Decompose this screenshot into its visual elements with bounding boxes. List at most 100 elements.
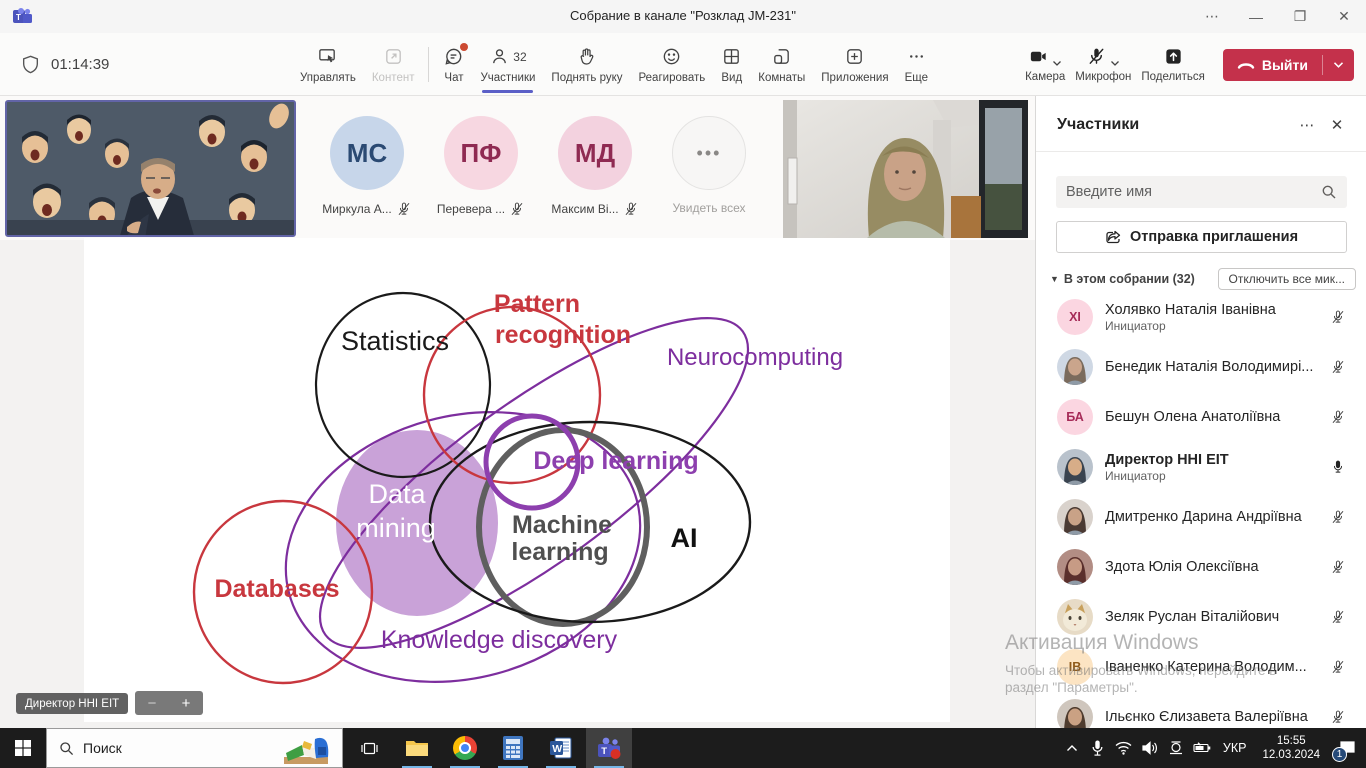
- taskbar-file-explorer[interactable]: [394, 728, 440, 768]
- taskbar-search-box[interactable]: Поиск: [46, 728, 343, 768]
- window-menu-dots[interactable]: ⋯: [1190, 0, 1234, 33]
- stage-avatar-tile[interactable]: МД Максим Ві...: [538, 96, 652, 240]
- window-close-button[interactable]: ✕: [1322, 0, 1366, 33]
- chat-button[interactable]: Чат: [435, 33, 472, 96]
- section-caret-icon[interactable]: ▼: [1050, 274, 1059, 284]
- participants-button[interactable]: 32 Участники: [472, 33, 543, 96]
- participant-mic[interactable]: [1328, 659, 1348, 675]
- participant-mic[interactable]: [1328, 709, 1348, 725]
- tray-hidden-icons-chevron[interactable]: [1059, 728, 1085, 768]
- teams-meeting-window: T Собрание в канале "Розклад JM-231" ⋯ —…: [0, 0, 1366, 768]
- task-view-button[interactable]: [352, 728, 386, 768]
- participant-row[interactable]: Ільєнко Єлизавета Валеріївна: [1036, 692, 1366, 728]
- participant-row[interactable]: ІВ Іваненко Катерина Володим...: [1036, 642, 1366, 692]
- taskbar-word[interactable]: W: [538, 728, 584, 768]
- participant-mic[interactable]: [1328, 509, 1348, 525]
- panel-close-icon[interactable]: ✕: [1322, 116, 1352, 134]
- leave-chevron-icon[interactable]: [1323, 49, 1354, 81]
- mute-all-button[interactable]: Отключить все мик...: [1218, 268, 1356, 290]
- search-icon: [1321, 184, 1337, 200]
- participant-mic[interactable]: [1328, 409, 1348, 425]
- participant-mic[interactable]: [1328, 559, 1348, 575]
- participant-mic[interactable]: [1328, 459, 1348, 475]
- raise-hand-button[interactable]: Поднять руку: [543, 33, 630, 96]
- microphone-chevron-icon[interactable]: [1110, 60, 1120, 67]
- participant-row[interactable]: Здота Юлія Олексіївна: [1036, 542, 1366, 592]
- mic-muted-icon: [509, 201, 525, 217]
- rooms-icon: [771, 46, 792, 67]
- venn-label-deep-learning: Deep learning: [533, 447, 698, 475]
- tray-language-indicator[interactable]: УКР: [1215, 741, 1255, 755]
- avatar: [1057, 599, 1093, 635]
- window-restore-button[interactable]: ❐: [1278, 0, 1322, 33]
- participant-name: Бешун Олена Анатоліївна: [1105, 409, 1328, 425]
- participant-row[interactable]: ХІ Холявко Наталія Іванівна Инициатор: [1036, 292, 1366, 342]
- apps-button[interactable]: Приложения: [813, 33, 896, 96]
- send-invite-button[interactable]: Отправка приглашения: [1056, 221, 1347, 253]
- search-highlight-graphic[interactable]: [282, 731, 334, 765]
- start-button[interactable]: [0, 728, 46, 768]
- shield-icon: [20, 54, 41, 75]
- camera-button[interactable]: Камера: [1023, 46, 1067, 83]
- avatar-tiles-row: МС Миркула А... ПФ Перевера ... МД Макси…: [310, 96, 766, 240]
- participant-mic[interactable]: [1328, 359, 1348, 375]
- stage-avatar-name: Увидеть всех: [672, 201, 745, 215]
- participant-role: Инициатор: [1105, 469, 1328, 483]
- taskbar-calculator[interactable]: [490, 728, 536, 768]
- participant-search[interactable]: [1056, 176, 1347, 208]
- tray-microphone-icon[interactable]: [1085, 728, 1111, 768]
- participant-mic[interactable]: [1328, 609, 1348, 625]
- stage-avatar-tile[interactable]: МС Миркула А...: [310, 96, 424, 240]
- rooms-button[interactable]: Комнаты: [750, 33, 813, 96]
- more-button[interactable]: Еще: [897, 33, 936, 96]
- window-minimize-button[interactable]: —: [1234, 0, 1278, 33]
- react-button[interactable]: Реагировать: [631, 33, 714, 96]
- tray-camera-indicator-icon[interactable]: [1163, 728, 1189, 768]
- action-center-button[interactable]: 1: [1328, 728, 1366, 768]
- microphone-muted-icon: [1086, 46, 1107, 67]
- participant-row[interactable]: Зеляк Руслан Віталійович: [1036, 592, 1366, 642]
- taskbar-search-icon: [59, 741, 74, 756]
- share-icon: [1163, 46, 1184, 67]
- participant-row[interactable]: Бенедик Наталія Володимирі...: [1036, 342, 1366, 392]
- stage-avatar-name: Миркула А...: [322, 202, 392, 216]
- manage-button[interactable]: Управлять: [292, 33, 364, 96]
- venn-label-machine-2: learning: [511, 538, 608, 566]
- stage-avatar-tile[interactable]: ПФ Перевера ...: [424, 96, 538, 240]
- participants-panel: Участники ⋯ ✕ Отправка приглашения ▼ В э…: [1035, 96, 1366, 728]
- tray-volume-icon[interactable]: [1137, 728, 1163, 768]
- tray-time: 15:55: [1262, 734, 1320, 748]
- participant-row[interactable]: БА Бешун Олена Анатоліївна: [1036, 392, 1366, 442]
- tray-battery-icon[interactable]: [1189, 728, 1215, 768]
- tray-clock[interactable]: 15:55 12.03.2024: [1254, 734, 1328, 762]
- view-button[interactable]: Вид: [713, 33, 750, 96]
- panel-more-icon[interactable]: ⋯: [1292, 116, 1322, 134]
- title-bar: T Собрание в канале "Розклад JM-231" ⋯ —…: [0, 0, 1366, 33]
- leave-button[interactable]: Выйти: [1223, 49, 1354, 81]
- participant-row[interactable]: Дмитренко Дарина Андріївна: [1036, 492, 1366, 542]
- taskbar-search-label: Поиск: [83, 740, 273, 756]
- venn-label-data-1: Data: [368, 479, 426, 509]
- venn-label-machine-1: Machine: [512, 511, 612, 539]
- participants-active-indicator: [482, 90, 533, 93]
- shared-slide: Statistics Pattern recognition Neurocomp…: [84, 238, 950, 722]
- participant-mic[interactable]: [1328, 309, 1348, 325]
- see-all-tile[interactable]: ••• Увидеть всех: [652, 96, 766, 240]
- tray-wifi-icon[interactable]: [1111, 728, 1137, 768]
- taskbar-chrome[interactable]: [442, 728, 488, 768]
- zoom-out-button[interactable]: −: [135, 691, 169, 715]
- participant-name: Дмитренко Дарина Андріївна: [1105, 509, 1328, 525]
- participant-search-input[interactable]: [1066, 184, 1321, 200]
- shared-content-area: Statistics Pattern recognition Neurocomp…: [0, 240, 1035, 728]
- speaker-video-feed: [7, 102, 296, 237]
- avatar: [1057, 549, 1093, 585]
- taskbar-teams[interactable]: T: [586, 728, 632, 768]
- microphone-button[interactable]: Микрофон: [1073, 46, 1133, 83]
- participant-row[interactable]: Директор ННІ ЕІТ Инициатор: [1036, 442, 1366, 492]
- share-button[interactable]: Поделиться: [1139, 46, 1207, 83]
- mic-muted-icon: [396, 201, 412, 217]
- camera-video-tile[interactable]: [783, 100, 1028, 238]
- camera-chevron-icon[interactable]: [1052, 60, 1062, 67]
- zoom-in-button[interactable]: +: [169, 691, 203, 715]
- speaker-video-tile[interactable]: [5, 100, 296, 237]
